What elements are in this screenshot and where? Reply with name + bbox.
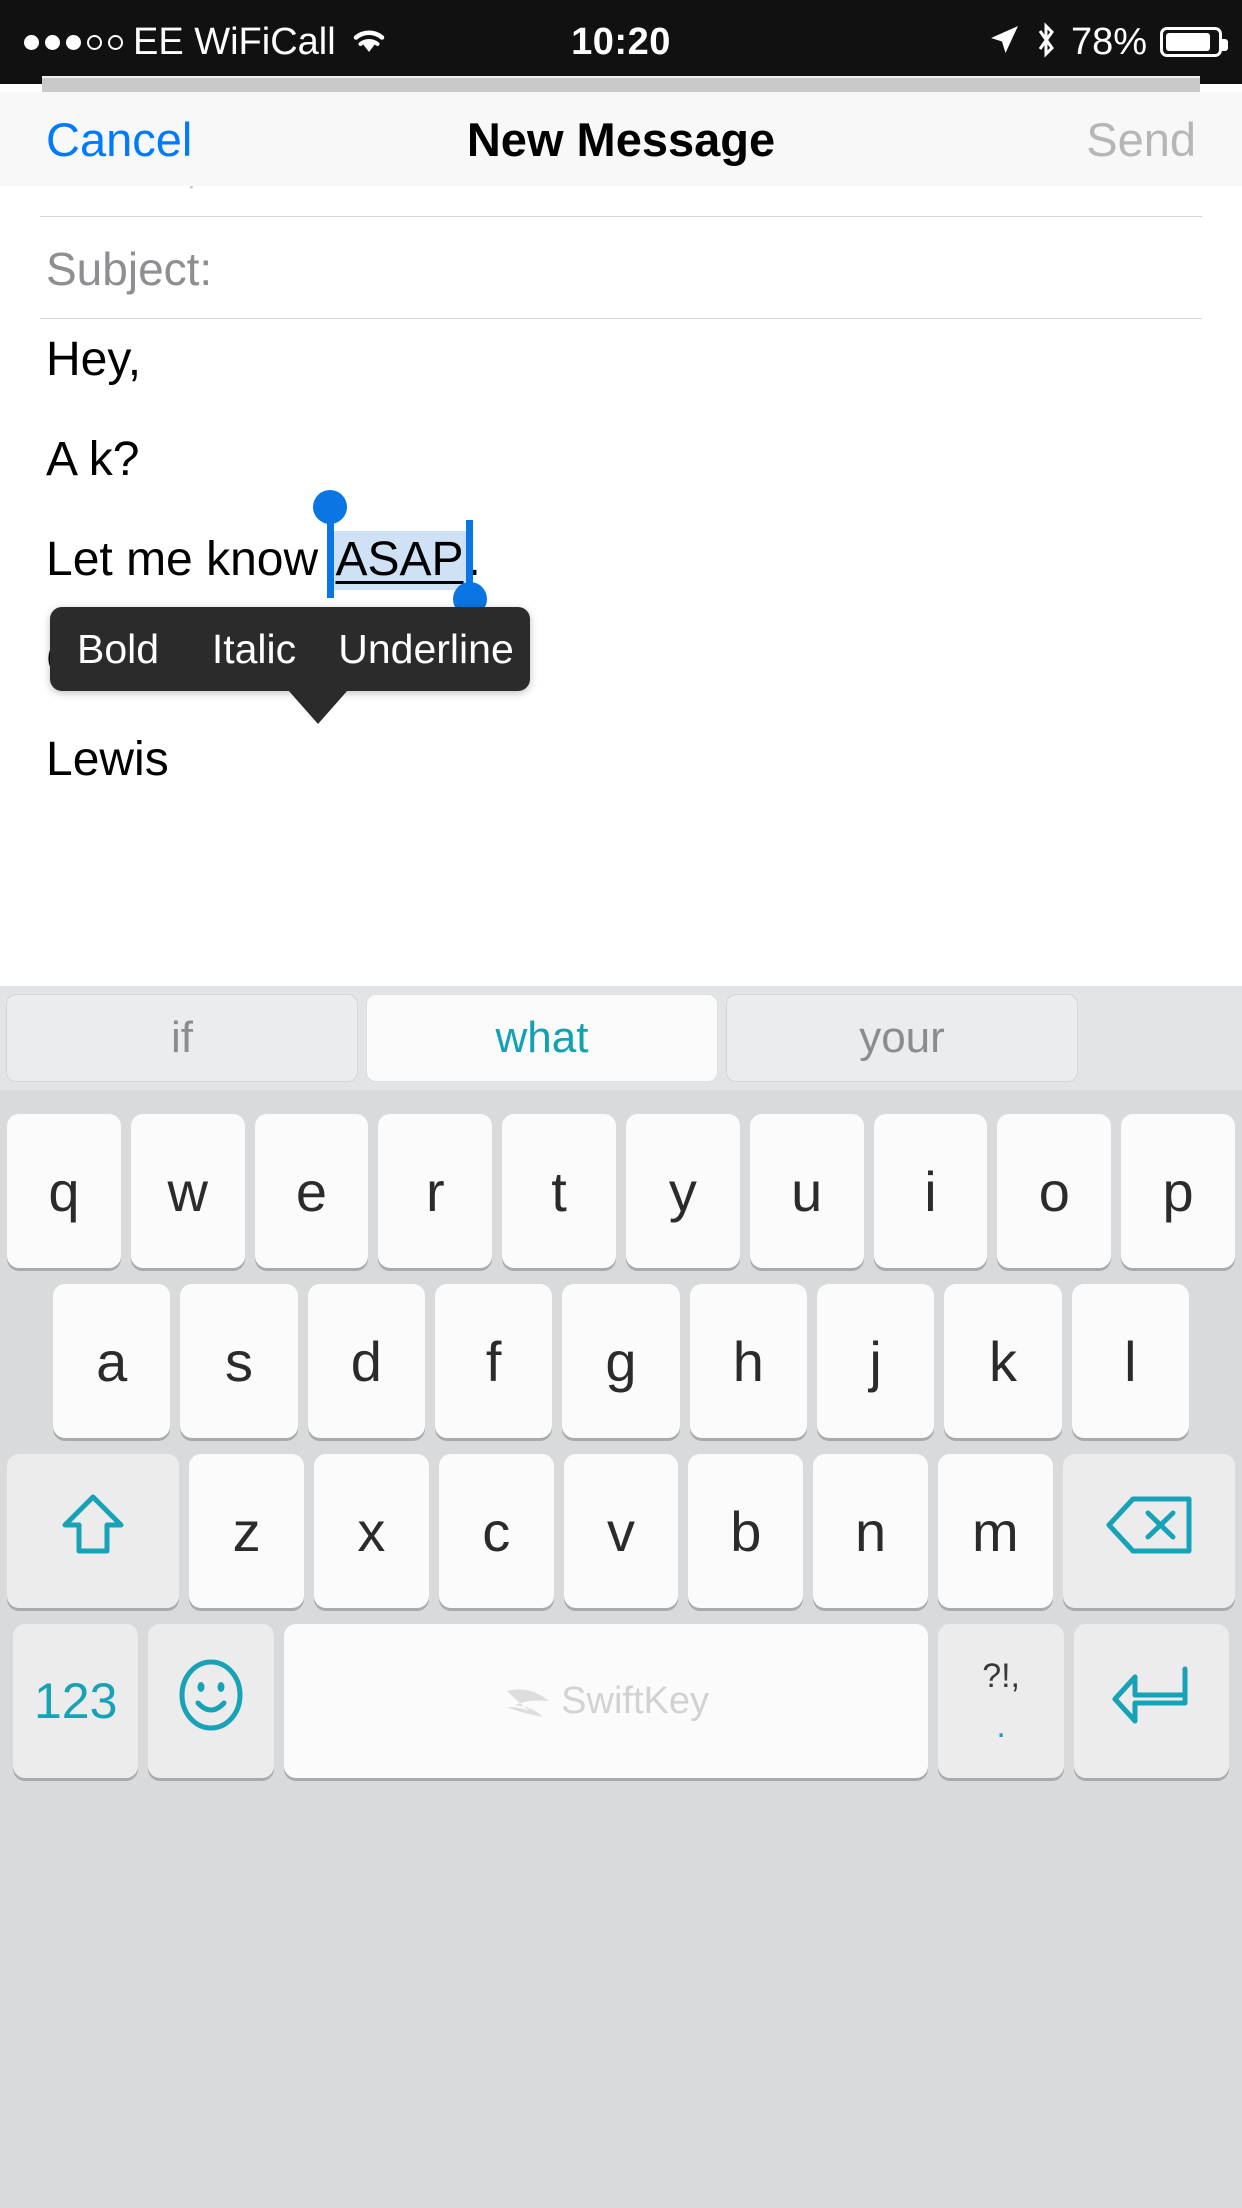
space-key[interactable]: SwiftKey xyxy=(283,1624,929,1778)
key-w[interactable]: w xyxy=(130,1114,245,1268)
page-title: New Message xyxy=(466,112,776,166)
punctuation-key[interactable]: ?!, . xyxy=(938,1624,1064,1778)
keyboard-row-4: 123 SwiftKey ?!, . xyxy=(0,1624,1242,1778)
suggestion-chip-0[interactable]: if xyxy=(6,994,358,1082)
shift-arrow-icon xyxy=(60,1489,126,1574)
status-bar: EE WiFiCall 10:20 78% xyxy=(0,0,1242,84)
suggestion-chip-1[interactable]: what xyxy=(366,994,718,1082)
popup-pointer-arrow xyxy=(288,690,348,724)
key-y[interactable]: y xyxy=(625,1114,740,1268)
italic-menu-item[interactable]: Italic xyxy=(186,607,322,691)
message-body[interactable]: Hey, A k? Let me know ASAP. Cheers, Lewi… xyxy=(46,336,1196,836)
key-l[interactable]: l xyxy=(1071,1284,1189,1438)
key-x[interactable]: x xyxy=(314,1454,429,1608)
key-p[interactable]: p xyxy=(1121,1114,1235,1268)
key-b[interactable]: b xyxy=(688,1454,804,1608)
backspace-icon xyxy=(1103,1493,1195,1570)
emoji-key[interactable] xyxy=(148,1624,274,1778)
battery-icon xyxy=(1160,27,1228,57)
numbers-key-label: 123 xyxy=(33,1673,118,1729)
key-d[interactable]: d xyxy=(307,1284,425,1438)
key-r[interactable]: r xyxy=(378,1114,493,1268)
key-k[interactable]: k xyxy=(944,1284,1062,1438)
body-line-question: A k? xyxy=(46,433,140,486)
key-u[interactable]: u xyxy=(749,1114,864,1268)
key-j[interactable]: j xyxy=(816,1284,935,1438)
compose-area: Cc/Bcc, From: Subject: Hey, A k? Let me … xyxy=(0,170,1242,986)
key-h[interactable]: h xyxy=(689,1284,807,1438)
key-o[interactable]: o xyxy=(997,1114,1112,1268)
key-n[interactable]: n xyxy=(813,1454,928,1608)
return-key[interactable] xyxy=(1073,1624,1229,1778)
status-bar-right: 78% xyxy=(987,20,1228,64)
swiftkey-watermark: SwiftKey xyxy=(503,1679,709,1723)
body-line-selection: Let me know ASAP. xyxy=(46,490,1196,616)
emoji-smiley-icon xyxy=(175,1657,247,1746)
text-format-popup-menu: Bold Italic Underline xyxy=(50,607,530,724)
key-g[interactable]: g xyxy=(562,1284,680,1438)
modal-sheet-edge xyxy=(42,76,1200,92)
punctuation-key-bottom-label: . xyxy=(996,1707,1006,1745)
selection-handle-start-bar[interactable] xyxy=(327,520,335,598)
keyboard-row-3: z x c v b n m xyxy=(0,1454,1242,1608)
key-a[interactable]: a xyxy=(53,1284,171,1438)
selected-text[interactable]: ASAP xyxy=(331,531,468,590)
iphone-screen: EE WiFiCall 10:20 78% Cancel New Message… xyxy=(0,0,1242,2208)
key-f[interactable]: f xyxy=(434,1284,553,1438)
swiftkey-wordmark: SwiftKey xyxy=(561,1679,709,1722)
underline-menu-item[interactable]: Underline xyxy=(322,607,530,691)
text-selection[interactable]: ASAP xyxy=(313,490,487,616)
key-i[interactable]: i xyxy=(873,1114,988,1268)
suggestion-chip-2[interactable]: your xyxy=(726,994,1078,1082)
punctuation-key-top-label: ?!, xyxy=(982,1657,1020,1695)
key-m[interactable]: m xyxy=(937,1454,1053,1608)
bold-menu-item[interactable]: Bold xyxy=(50,607,186,691)
suggestion-bar: if what your xyxy=(0,986,1242,1090)
keyboard-row-1: q w e r t y u i o p xyxy=(0,1114,1242,1268)
navigation-bar: Cancel New Message Send xyxy=(0,92,1242,186)
body-line-name: Lewis xyxy=(46,733,169,786)
swiftkey-keyboard: if what your q w e r t y u i o p a s d f… xyxy=(0,986,1242,2208)
shift-key[interactable] xyxy=(7,1454,180,1608)
battery-percent-label: 78% xyxy=(1070,20,1147,63)
swiftkey-logo-icon xyxy=(507,1689,550,1717)
key-e[interactable]: e xyxy=(254,1114,369,1268)
send-button[interactable]: Send xyxy=(1086,112,1196,167)
key-v[interactable]: v xyxy=(563,1454,679,1608)
key-s[interactable]: s xyxy=(180,1284,298,1438)
keyboard-row-2: a s d f g h j k l xyxy=(0,1284,1242,1438)
return-enter-icon xyxy=(1109,1659,1193,1744)
key-q[interactable]: q xyxy=(7,1114,121,1268)
selection-handle-start-knob[interactable] xyxy=(313,490,348,524)
key-t[interactable]: t xyxy=(502,1114,616,1268)
body-line-greeting: Hey, xyxy=(46,333,142,386)
location-arrow-icon xyxy=(987,23,1021,62)
bluetooth-icon xyxy=(1034,21,1058,63)
divider-below-subject xyxy=(40,318,1202,319)
body-line-selection-prefix: Let me know xyxy=(46,533,332,586)
backspace-key[interactable] xyxy=(1062,1454,1235,1608)
numbers-key[interactable]: 123 xyxy=(13,1624,139,1778)
key-z[interactable]: z xyxy=(189,1454,304,1608)
subject-field[interactable]: Subject: xyxy=(46,242,212,296)
divider-above-subject xyxy=(40,216,1202,217)
key-c[interactable]: c xyxy=(438,1454,554,1608)
